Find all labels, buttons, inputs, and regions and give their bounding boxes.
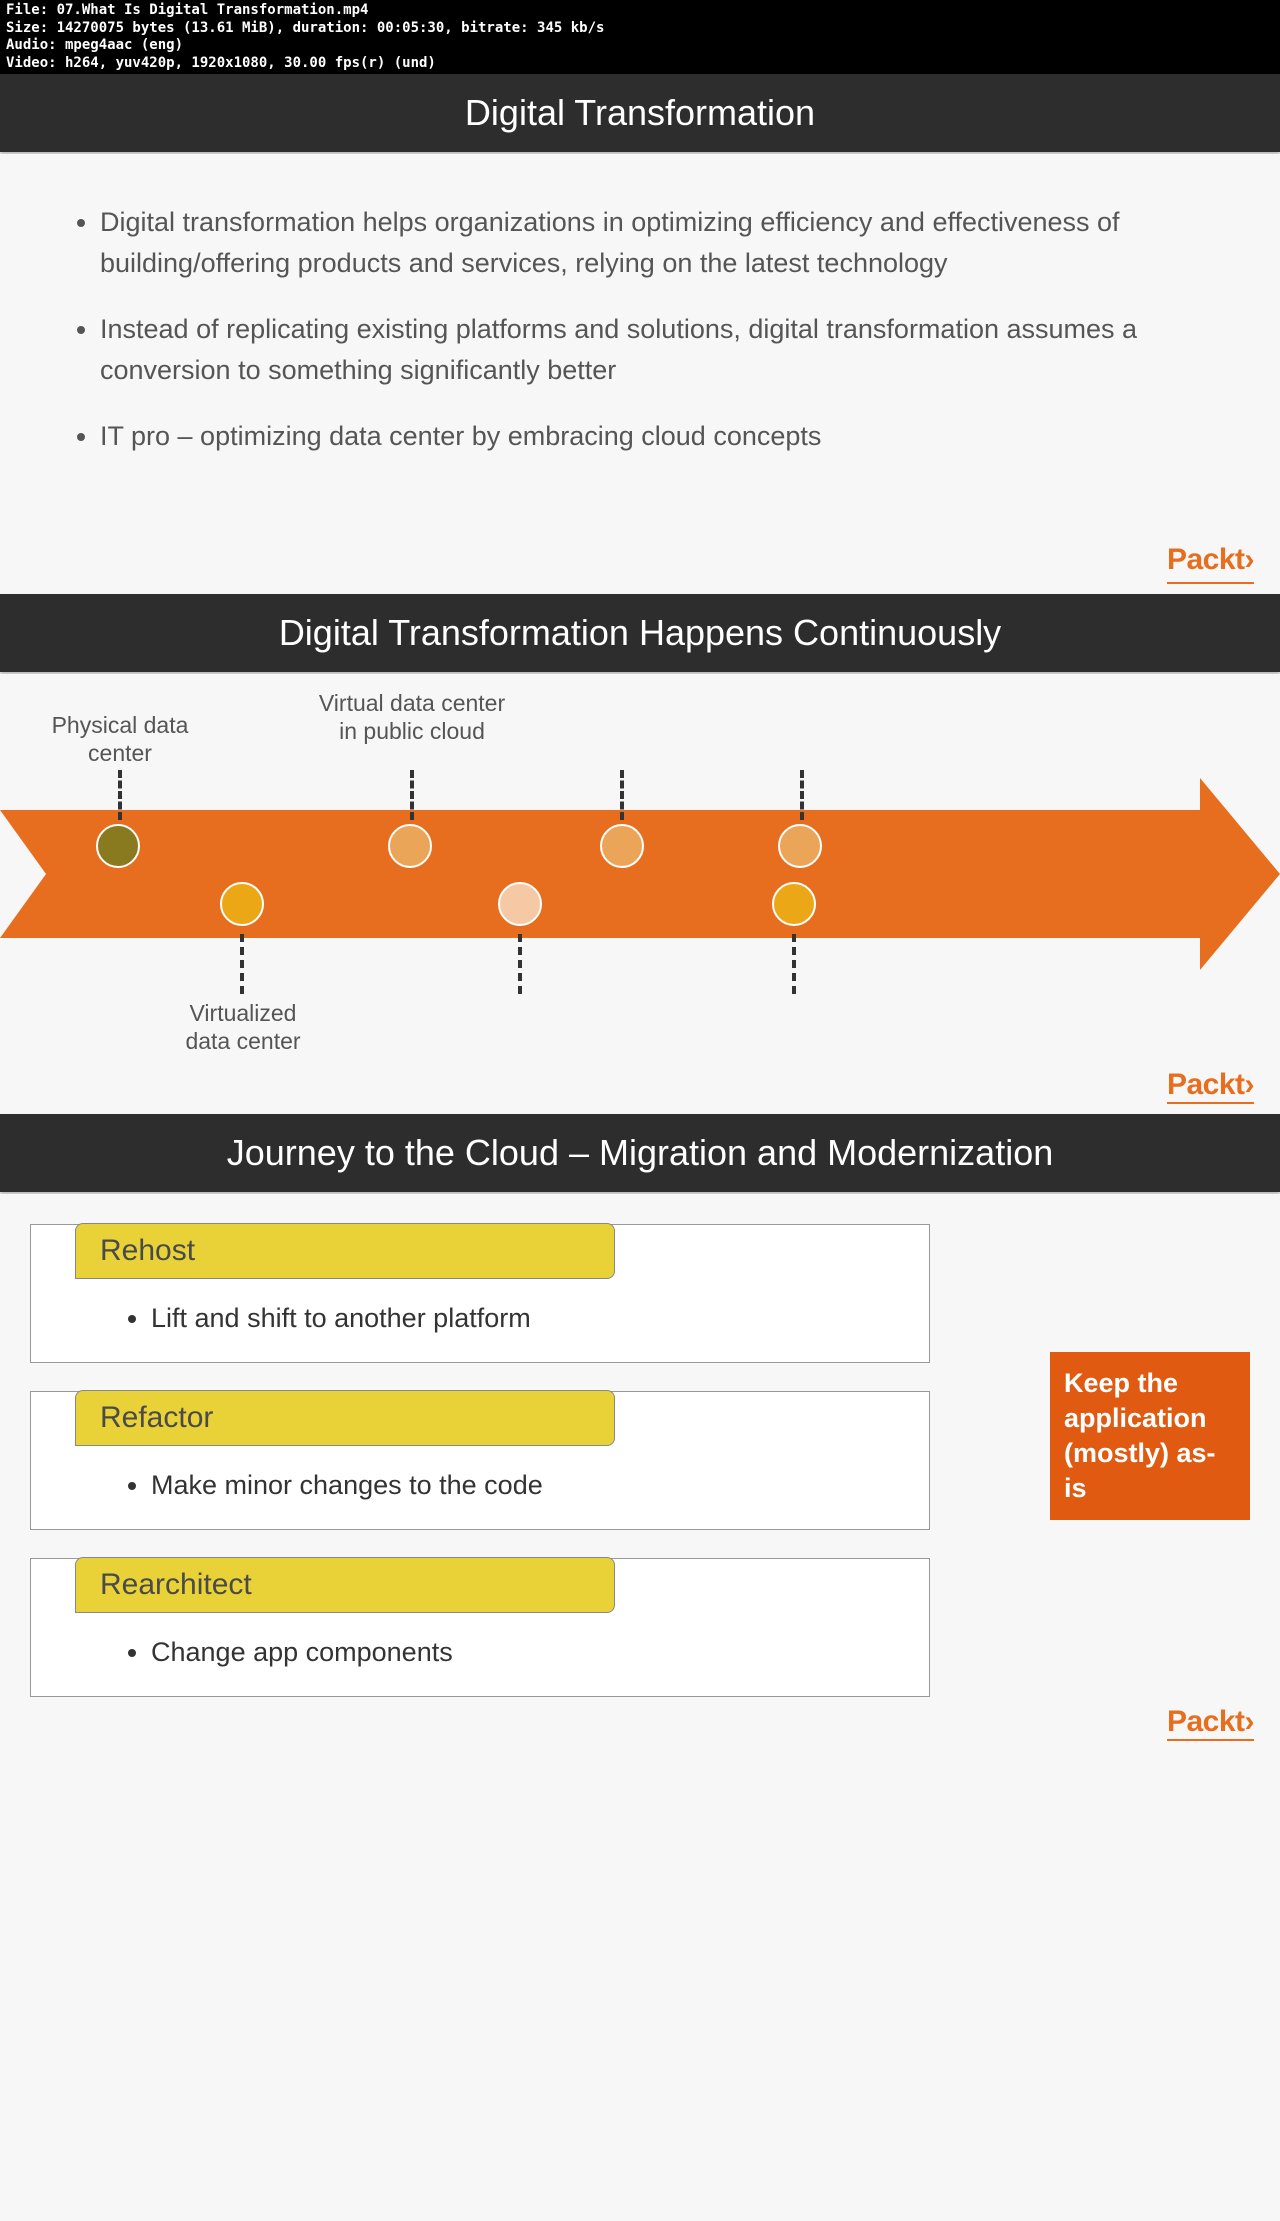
- packt-logo: Packt›: [1167, 1068, 1254, 1104]
- slide3-title: Journey to the Cloud – Migration and Mod…: [227, 1132, 1054, 1173]
- big-arrow-icon: [0, 810, 1280, 938]
- card-bullet: Make minor changes to the code: [151, 1470, 929, 1501]
- label-physical-dc: Physical data center: [30, 712, 210, 767]
- slide1-title: Digital Transformation: [465, 92, 815, 133]
- timeline-dot: [778, 824, 822, 868]
- label-virtualized-dc: Virtualized data center: [168, 1000, 318, 1055]
- card-tab: Rearchitect: [75, 1557, 615, 1613]
- slide2-title-bar: Digital Transformation Happens Continuou…: [0, 594, 1280, 672]
- card-refactor: Refactor Make minor changes to the code: [30, 1391, 930, 1530]
- slide1-bullet: Instead of replicating existing platform…: [100, 309, 1210, 390]
- packt-logo: Packt›: [1167, 537, 1254, 584]
- timeline-dot: [600, 824, 644, 868]
- card-bullet: Change app components: [151, 1637, 929, 1668]
- dash-line: [410, 770, 414, 820]
- slide1-body: Digital transformation helps organizatio…: [0, 154, 1280, 594]
- metadata-video: Video: h264, yuv420p, 1920x1080, 30.00 f…: [6, 55, 1274, 73]
- slide2-body: Physical data center Virtual data center…: [0, 674, 1280, 1114]
- slide1-bullet-list: Digital transformation helps organizatio…: [70, 202, 1210, 457]
- dash-line: [118, 770, 122, 820]
- slide3-title-bar: Journey to the Cloud – Migration and Mod…: [0, 1114, 1280, 1192]
- slide1-bullet: IT pro – optimizing data center by embra…: [100, 416, 1210, 457]
- dash-line: [800, 770, 804, 820]
- slide1-title-bar: Digital Transformation: [0, 74, 1280, 152]
- timeline-dot: [96, 824, 140, 868]
- label-virtual-public: Virtual data center in public cloud: [312, 690, 512, 745]
- video-metadata-bar: File: 07.What Is Digital Transformation.…: [0, 0, 1280, 74]
- metadata-size: Size: 14270075 bytes (13.61 MiB), durati…: [6, 20, 1274, 38]
- card-rehost: Rehost Lift and shift to another platfor…: [30, 1224, 930, 1363]
- packt-logo: Packt›: [1167, 1705, 1254, 1741]
- slide3-body: Rehost Lift and shift to another platfor…: [0, 1194, 1280, 1745]
- dash-line: [792, 934, 796, 994]
- dash-line: [240, 934, 244, 994]
- timeline-dot: [772, 882, 816, 926]
- timeline-dot: [388, 824, 432, 868]
- aside-note: Keep the application (mostly) as-is: [1050, 1352, 1250, 1520]
- timeline-dot: [498, 882, 542, 926]
- slide1-bullet: Digital transformation helps organizatio…: [100, 202, 1210, 283]
- card-bullet: Lift and shift to another platform: [151, 1303, 929, 1334]
- metadata-audio: Audio: mpeg4aac (eng): [6, 37, 1274, 55]
- dash-line: [620, 770, 624, 820]
- timeline-arrow-diagram: Physical data center Virtual data center…: [0, 714, 1280, 1094]
- timeline-dot: [220, 882, 264, 926]
- card-tab: Refactor: [75, 1390, 615, 1446]
- slide2-title: Digital Transformation Happens Continuou…: [279, 612, 1001, 653]
- dash-line: [518, 934, 522, 994]
- card-rearchitect: Rearchitect Change app components: [30, 1558, 930, 1697]
- metadata-file: File: 07.What Is Digital Transformation.…: [6, 2, 1274, 20]
- card-tab: Rehost: [75, 1223, 615, 1279]
